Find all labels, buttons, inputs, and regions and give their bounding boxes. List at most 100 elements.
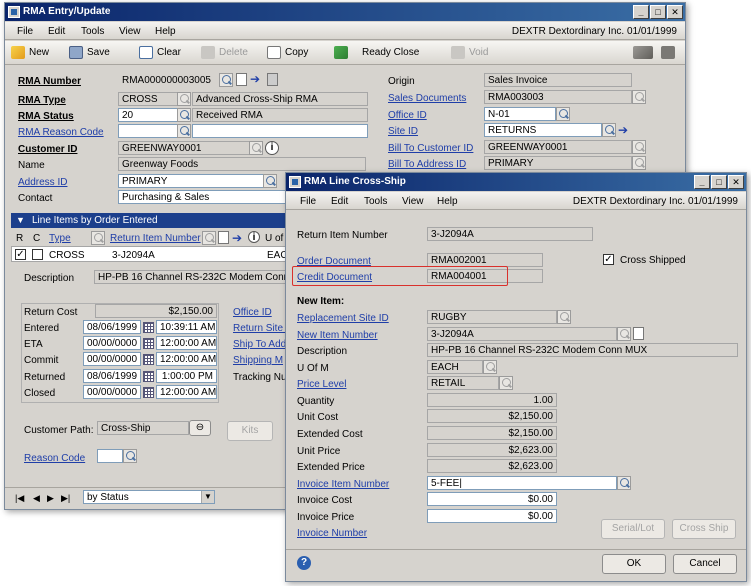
price-level-lookup-icon[interactable] — [499, 376, 513, 390]
address-id-link[interactable]: Address ID — [18, 177, 67, 188]
menu-tools[interactable]: Tools — [81, 26, 104, 37]
printer-icon[interactable] — [661, 46, 679, 60]
reason-code-link[interactable]: Reason Code — [24, 453, 85, 464]
bill-to-customer-link[interactable]: Bill To Customer ID — [388, 143, 473, 154]
bill-to-address-link[interactable]: Bill To Address ID — [388, 159, 466, 170]
dialog-menu-file[interactable]: File — [300, 196, 316, 207]
menu-edit[interactable]: Edit — [48, 26, 65, 37]
cancel-button[interactable]: Cancel — [673, 554, 737, 574]
next-record-icon[interactable]: ▶ — [47, 493, 54, 504]
rma-type-field[interactable]: CROSS — [118, 92, 178, 106]
new-button[interactable]: New — [11, 46, 49, 60]
reason-code-lookup-icon[interactable] — [123, 449, 137, 463]
eta-date[interactable]: 00/00/0000 — [83, 336, 141, 350]
address-id-lookup-icon[interactable] — [263, 174, 277, 188]
clear-button[interactable]: Clear — [139, 46, 181, 60]
void-button[interactable]: Void — [451, 46, 488, 60]
dialog-maximize-icon[interactable]: □ — [711, 175, 727, 189]
close-icon[interactable]: ✕ — [667, 5, 683, 19]
returned-date[interactable]: 08/06/1999 — [83, 369, 141, 383]
entered-date[interactable]: 08/06/1999 — [83, 320, 141, 334]
returned-time[interactable]: 1:00:00 PM — [156, 369, 217, 383]
eta-time[interactable]: 12:00:00 AM — [156, 336, 217, 350]
rma-number-field[interactable]: RMA000000003005 — [118, 73, 220, 87]
delete-button[interactable]: Delete — [201, 46, 248, 60]
shipping-method-link[interactable]: Shipping M — [233, 355, 283, 366]
quantity-field[interactable]: 1.00 — [427, 393, 557, 407]
rma-reason-description[interactable] — [192, 124, 368, 138]
cross-shipped-checkbox[interactable]: ✓ — [603, 254, 614, 265]
invoice-price-field[interactable]: $0.00 — [427, 509, 557, 523]
return-site-link[interactable]: Return Site I — [233, 323, 289, 334]
item-arrow-icon[interactable]: ➔ — [232, 232, 244, 244]
rma-reason-code-link[interactable]: RMA Reason Code — [18, 127, 104, 138]
copy-button[interactable]: Copy — [267, 46, 308, 60]
new-item-number-field[interactable]: 3-J2094A — [427, 327, 617, 341]
office-id-field[interactable]: N-01 — [484, 107, 556, 121]
note-icon[interactable] — [236, 73, 247, 86]
customer-id-lookup-icon[interactable] — [249, 141, 263, 155]
replacement-site-field[interactable]: RUGBY — [427, 310, 557, 324]
invoice-cost-field[interactable]: $0.00 — [427, 492, 557, 506]
main-titlebar[interactable]: RMA Entry/Update _ □ ✕ — [5, 3, 685, 21]
bill-to-address-lookup-icon[interactable] — [632, 156, 646, 170]
price-level-link[interactable]: Price Level — [297, 379, 346, 390]
kits-button[interactable]: Kits — [227, 421, 273, 441]
prev-record-icon[interactable]: ◀ — [33, 493, 40, 504]
site-id-lookup-icon[interactable] — [602, 123, 616, 137]
customer-id-field[interactable]: GREENWAY0001 — [118, 141, 250, 155]
new-item-note-icon[interactable] — [633, 327, 644, 340]
dialog-titlebar[interactable]: RMA Line Cross-Ship _ □ ✕ — [286, 173, 746, 191]
entered-calendar-icon[interactable] — [143, 322, 154, 333]
col-return-item-link[interactable]: Return Item Number — [110, 233, 201, 244]
entered-time[interactable]: 10:39:11 AM — [156, 320, 217, 334]
address-id-field[interactable]: PRIMARY — [118, 174, 264, 188]
dialog-menu-edit[interactable]: Edit — [331, 196, 348, 207]
contact-field[interactable]: Purchasing & Sales — [118, 190, 288, 204]
maximize-icon[interactable]: □ — [650, 5, 666, 19]
ok-button[interactable]: OK — [602, 554, 666, 574]
price-level-field[interactable]: RETAIL — [427, 376, 499, 390]
invoice-item-number-field[interactable]: 5-FEE| — [427, 476, 617, 490]
collapse-arrow-icon[interactable]: ▼ — [16, 215, 25, 225]
menu-help[interactable]: Help — [155, 26, 176, 37]
closed-time[interactable]: 12:00:00 AM — [156, 385, 217, 399]
closed-date[interactable]: 00/00/0000 — [83, 385, 141, 399]
commit-calendar-icon[interactable] — [143, 354, 154, 365]
bill-to-address-field[interactable]: PRIMARY — [484, 156, 632, 170]
li-description-field[interactable]: HP-PB 16 Channel RS-232C Modem Conn M — [94, 270, 294, 284]
invoice-item-lookup-icon[interactable] — [617, 476, 631, 490]
dialog-menu-help[interactable]: Help — [437, 196, 458, 207]
item-note-icon[interactable] — [218, 231, 229, 244]
ready-close-button[interactable]: Ready Close — [334, 46, 419, 60]
bill-to-customer-lookup-icon[interactable] — [632, 140, 646, 154]
site-arrow-icon[interactable]: ➔ — [618, 124, 630, 136]
li-office-id-link[interactable]: Office ID — [233, 307, 272, 318]
rma-type-lookup-icon[interactable] — [177, 92, 191, 106]
site-id-field[interactable]: RETURNS — [484, 123, 602, 137]
replacement-site-link[interactable]: Replacement Site ID — [297, 313, 389, 324]
site-id-link[interactable]: Site ID — [388, 126, 418, 137]
dialog-menu-tools[interactable]: Tools — [364, 196, 387, 207]
sort-dropdown[interactable]: by Status — [83, 490, 215, 504]
first-record-icon[interactable]: |◀ — [15, 493, 24, 504]
new-item-number-link[interactable]: New Item Number — [297, 330, 378, 341]
cross-ship-button[interactable]: Cross Ship — [672, 519, 736, 539]
eta-calendar-icon[interactable] — [143, 338, 154, 349]
type-lookup-icon[interactable] — [91, 231, 105, 245]
rma-status-field[interactable]: 20 — [118, 108, 178, 122]
rma-status-lookup-icon[interactable] — [177, 108, 191, 122]
item-lookup-icon[interactable] — [202, 231, 216, 245]
sales-documents-link[interactable]: Sales Documents — [388, 93, 466, 104]
customer-path-button[interactable]: ⊖ — [189, 420, 211, 436]
commit-date[interactable]: 00/00/0000 — [83, 352, 141, 366]
c-checkbox[interactable] — [32, 249, 43, 260]
sales-documents-field[interactable]: RMA003003 — [484, 90, 632, 104]
closed-calendar-icon[interactable] — [143, 387, 154, 398]
dialog-minimize-icon[interactable]: _ — [694, 175, 710, 189]
col-type-link[interactable]: Type — [49, 233, 71, 244]
dialog-menu-view[interactable]: View — [402, 196, 424, 207]
minimize-icon[interactable]: _ — [633, 5, 649, 19]
rma-number-lookup-icon[interactable] — [219, 73, 233, 87]
invoice-item-number-link[interactable]: Invoice Item Number — [297, 479, 389, 490]
